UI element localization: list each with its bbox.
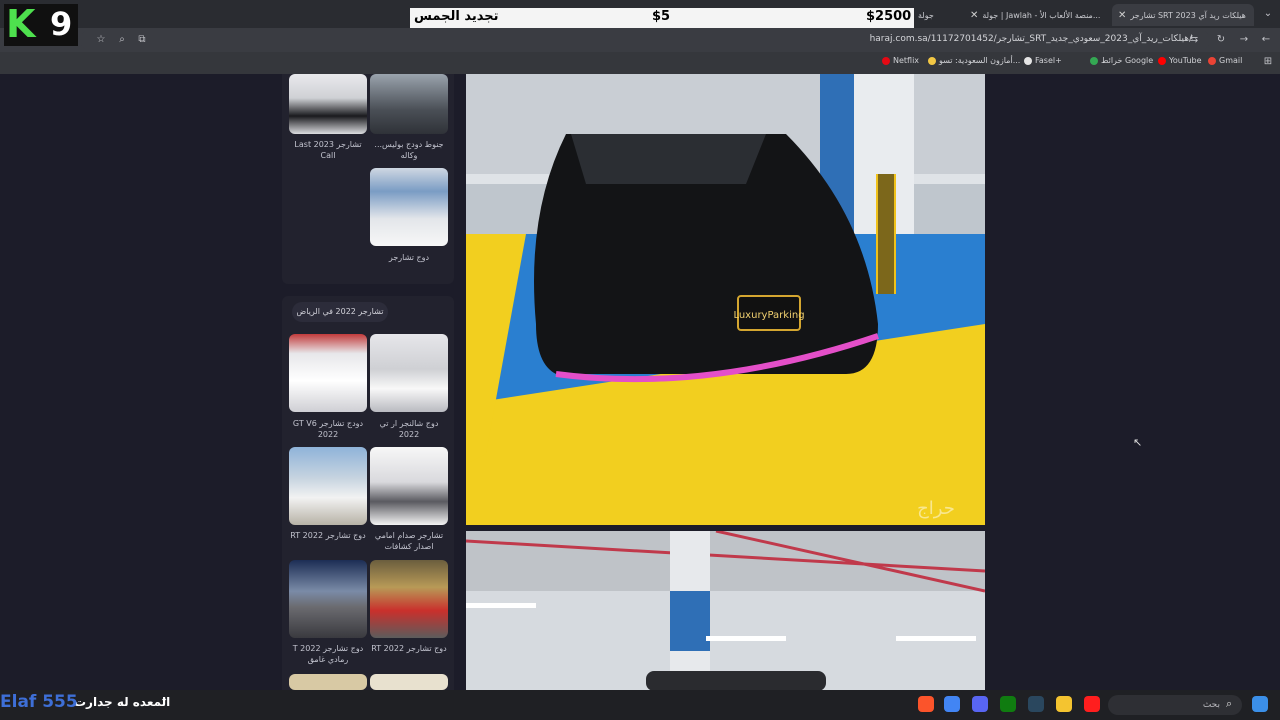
listing-thumbnail[interactable] xyxy=(370,334,448,412)
amazon-icon xyxy=(928,56,936,65)
tab-title: تشارجر SRT هيلكات ريد آي 2023 xyxy=(1130,10,1246,20)
bookmarks-bar xyxy=(0,52,1280,74)
listing-thumbnail[interactable] xyxy=(370,74,448,134)
listing-thumbnail[interactable] xyxy=(289,334,367,412)
listing-caption[interactable]: تشارجر Last 2023 Call xyxy=(288,139,368,161)
listing-thumbnail[interactable] xyxy=(289,447,367,525)
banner-price-large: $2500 xyxy=(866,9,912,24)
car-photo: LuxuryParking حراج xyxy=(466,74,985,525)
install-app-icon[interactable]: ⧉ xyxy=(136,34,148,46)
banner-price-small: $5 xyxy=(652,9,671,24)
zoom-icon[interactable]: ⌕ xyxy=(116,34,128,46)
chevron-up-icon[interactable]: ⌃ xyxy=(160,697,168,708)
listing-thumbnail[interactable] xyxy=(289,674,367,690)
bookmark-star-icon[interactable]: ☆ xyxy=(95,34,107,46)
bookmark-netflix[interactable]: Netflix xyxy=(882,56,919,65)
tab-title: جولة | Jawlah - منصة الألعاب الأ... xyxy=(982,10,1101,20)
gmail-icon xyxy=(1208,56,1216,65)
forward-icon[interactable]: → xyxy=(1238,34,1250,46)
netflix-icon xyxy=(882,56,890,65)
listing-caption[interactable]: تشارجر صدام امامي اصدار كشافات xyxy=(369,530,449,552)
bookmark-amazon[interactable]: أمازون السعودية: تسو... xyxy=(928,56,1020,65)
search-icon: ⌕ xyxy=(1226,697,1233,710)
discord-icon[interactable] xyxy=(972,696,988,712)
listing-caption[interactable]: جنوط دودج بوليس... وكاله xyxy=(369,139,449,161)
listing-caption[interactable]: دودج تشارجر GT V6 2022 xyxy=(288,418,368,440)
listing-photo-main[interactable]: LuxuryParking حراج xyxy=(466,74,985,525)
url-text[interactable]: haraj.com.sa/11172701452/تشارجر_SRT_هيلك… xyxy=(870,34,1192,44)
license-plate-text: LuxuryParking xyxy=(733,310,804,321)
site-settings-icon[interactable]: ⇆ xyxy=(1188,34,1200,46)
listing-thumbnail[interactable] xyxy=(289,560,367,638)
fasel-icon xyxy=(1024,56,1032,65)
listing-caption[interactable]: دوج تشارجر T 2022 رمادي غامق xyxy=(288,643,368,665)
section-title-chip[interactable]: تشارجر 2022 في الرياض xyxy=(292,302,388,322)
listing-thumbnail[interactable] xyxy=(370,168,448,246)
bookmark-fasel[interactable]: Fasel+ xyxy=(1024,56,1062,65)
chrome-icon[interactable] xyxy=(944,696,960,712)
price-banner: $2500 $5 تجديد الجمس xyxy=(410,8,914,28)
bookmark-youtube[interactable]: YouTube xyxy=(1158,56,1202,65)
tab-jawlah[interactable]: ✕ جولة | Jawlah - منصة الألعاب الأ... xyxy=(964,4,1108,26)
tab-title: جولة xyxy=(918,10,934,20)
listing-thumbnail[interactable] xyxy=(289,74,367,134)
tab-list-icon[interactable]: ⌄ xyxy=(1262,8,1274,20)
close-tab-icon[interactable]: ✕ xyxy=(970,10,978,21)
maps-icon xyxy=(1090,56,1098,65)
listing-thumbnail[interactable] xyxy=(370,447,448,525)
listing-caption[interactable]: دوج شالنجر ار تي 2022 xyxy=(369,418,449,440)
banner-title: تجديد الجمس xyxy=(414,9,499,24)
logo-letter: K xyxy=(6,2,36,46)
bookmark-google-maps[interactable]: خرائط Google xyxy=(1090,56,1153,65)
listing-caption[interactable]: دوج تشارجر RT 2022 xyxy=(288,530,368,541)
bookmark-gmail[interactable]: Gmail xyxy=(1208,56,1242,65)
mouse-cursor-icon: ↖ xyxy=(1133,436,1143,449)
xbox-icon[interactable] xyxy=(1000,696,1016,712)
taskbar-text: المعده له جدارت xyxy=(74,695,171,709)
youtube-icon xyxy=(1158,56,1166,65)
youtube-app-icon[interactable] xyxy=(1084,696,1100,712)
tab-jawlah-2[interactable]: جولة xyxy=(912,4,962,26)
tab-active[interactable]: ✕ تشارجر SRT هيلكات ريد آي 2023 xyxy=(1112,4,1254,26)
brave-icon[interactable] xyxy=(918,696,934,712)
back-icon[interactable]: ← xyxy=(1260,34,1272,46)
logo-number: 9 xyxy=(50,5,73,43)
watermark-text: حراج xyxy=(917,498,955,519)
listing-thumbnail[interactable] xyxy=(370,674,448,690)
overlay-text: Elaf 555 xyxy=(0,692,78,712)
start-icon[interactable] xyxy=(1252,696,1268,712)
apps-grid-icon[interactable]: ⊞ xyxy=(1262,56,1274,68)
reload-icon[interactable]: ↻ xyxy=(1215,34,1227,46)
listing-caption[interactable]: دوج تشارجر xyxy=(369,252,449,263)
folder-icon[interactable] xyxy=(1056,696,1072,712)
listing-thumbnail[interactable] xyxy=(370,560,448,638)
parking-photo xyxy=(466,531,985,691)
listing-photo-secondary[interactable] xyxy=(466,531,985,691)
listing-caption[interactable]: دوج تشارجر RT 2022 xyxy=(369,643,449,654)
close-tab-icon[interactable]: ✕ xyxy=(1118,10,1126,21)
taskbar-search[interactable]: بحث xyxy=(1108,695,1242,715)
steam-icon[interactable] xyxy=(1028,696,1044,712)
